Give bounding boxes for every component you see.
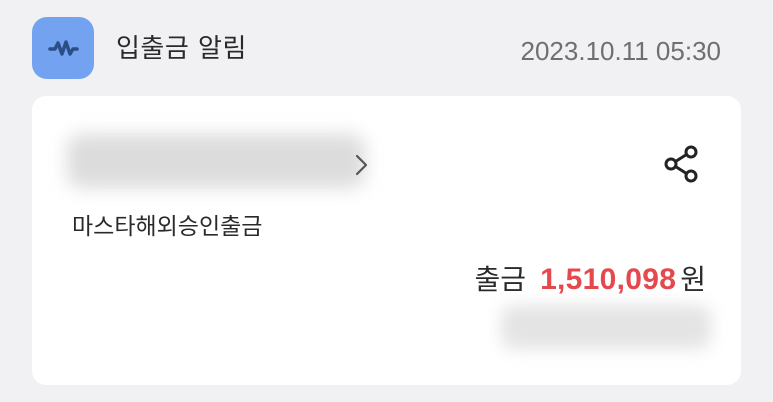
wave-logo-icon [48, 40, 79, 56]
redacted-account-name [67, 134, 365, 188]
amount-value: 1,510,098 [540, 263, 677, 296]
share-icon[interactable] [660, 142, 704, 186]
transaction-type: 마스타해외승인출금 [72, 214, 263, 240]
app-title: 입출금 알림 [116, 34, 247, 64]
amount-label: 출금 [474, 263, 527, 296]
app-icon[interactable] [32, 17, 94, 79]
notification-timestamp: 2023.10.11 05:30 [520, 36, 721, 66]
amount-unit: 원 [680, 263, 706, 296]
notification-header: 입출금 알림 2023.10.11 05:30 [0, 0, 773, 96]
redacted-balance [501, 305, 711, 349]
chevron-right-icon[interactable] [352, 152, 372, 178]
transaction-card[interactable]: 마스타해외승인출금 출금 1,510,098 원 [32, 96, 741, 385]
amount-row: 출금 1,510,098 원 [475, 258, 706, 298]
